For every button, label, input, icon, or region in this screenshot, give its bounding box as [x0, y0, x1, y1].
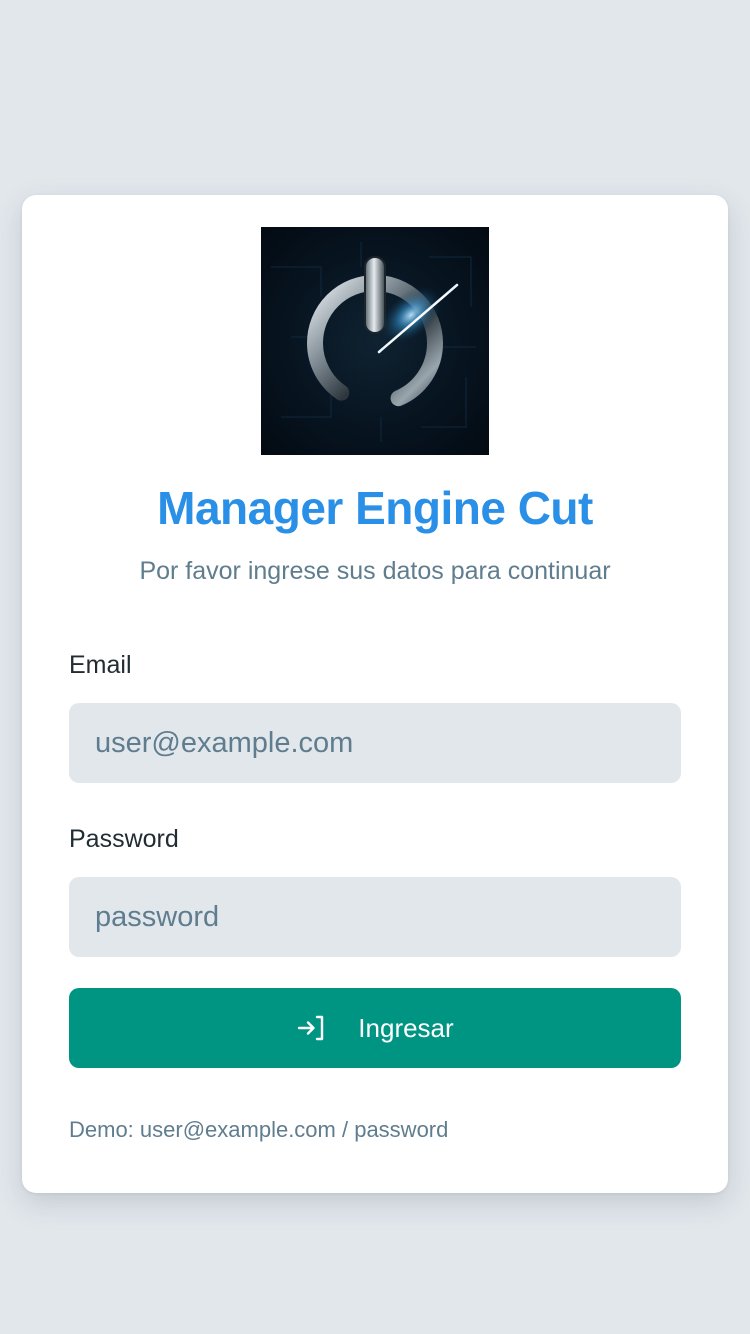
- login-button[interactable]: Ingresar: [69, 988, 681, 1068]
- password-input[interactable]: [69, 877, 681, 957]
- login-button-label: Ingresar: [358, 1012, 454, 1043]
- email-input[interactable]: [69, 703, 681, 783]
- app-title: Manager Engine Cut: [157, 482, 593, 534]
- login-card: Manager Engine Cut Por favor ingrese sus…: [22, 195, 728, 1193]
- app-logo: [261, 227, 489, 455]
- login-arrow-icon: [296, 1013, 326, 1043]
- demo-credentials-hint: Demo: user@example.com / password: [69, 1117, 449, 1142]
- power-button-icon: [271, 242, 476, 442]
- app-subtitle: Por favor ingrese sus datos para continu…: [139, 557, 611, 585]
- password-label: Password: [69, 825, 179, 853]
- email-label: Email: [69, 651, 132, 679]
